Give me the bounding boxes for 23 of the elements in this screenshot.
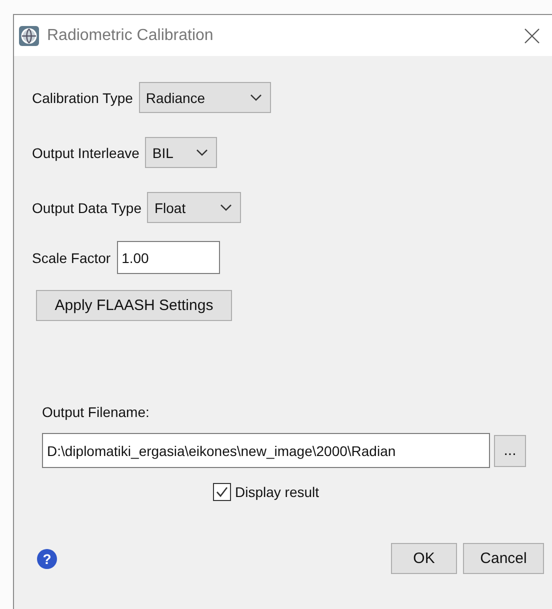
filename-field[interactable]: D:\diplomatiki_ergasia\eikones\new_image\2000\Radian: [42, 433, 490, 468]
field-label: Calibration Type: [32, 90, 133, 106]
output-label: Output Filename:: [42, 404, 150, 420]
chevron-down-icon: [196, 148, 208, 156]
field-label: Output Interleave: [32, 144, 140, 160]
chevron-down-icon: [220, 204, 232, 212]
help-button[interactable]: ?: [37, 548, 57, 568]
dialog-button[interactable]: Cancel: [463, 543, 544, 574]
checkbox-label: Display result: [235, 484, 320, 500]
apply-button[interactable]: Apply FLAASH Settings: [36, 290, 232, 321]
dropdown[interactable]: BIL: [145, 137, 218, 168]
window-title: Radiometric Calibration: [47, 26, 214, 44]
dialog-button[interactable]: OK: [391, 543, 457, 574]
checkbox[interactable]: [213, 483, 231, 501]
globe-icon: [19, 26, 39, 46]
input-field[interactable]: 1.00: [116, 241, 220, 274]
chevron-down-icon: [250, 94, 262, 102]
field-label: Output Data Type: [32, 200, 142, 216]
dropdown[interactable]: Float: [147, 192, 242, 223]
dropdown[interactable]: Radiance: [138, 82, 271, 113]
browse-button[interactable]: ...: [494, 434, 526, 466]
close-icon[interactable]: [524, 28, 540, 44]
field-label: Scale Factor: [32, 250, 111, 266]
